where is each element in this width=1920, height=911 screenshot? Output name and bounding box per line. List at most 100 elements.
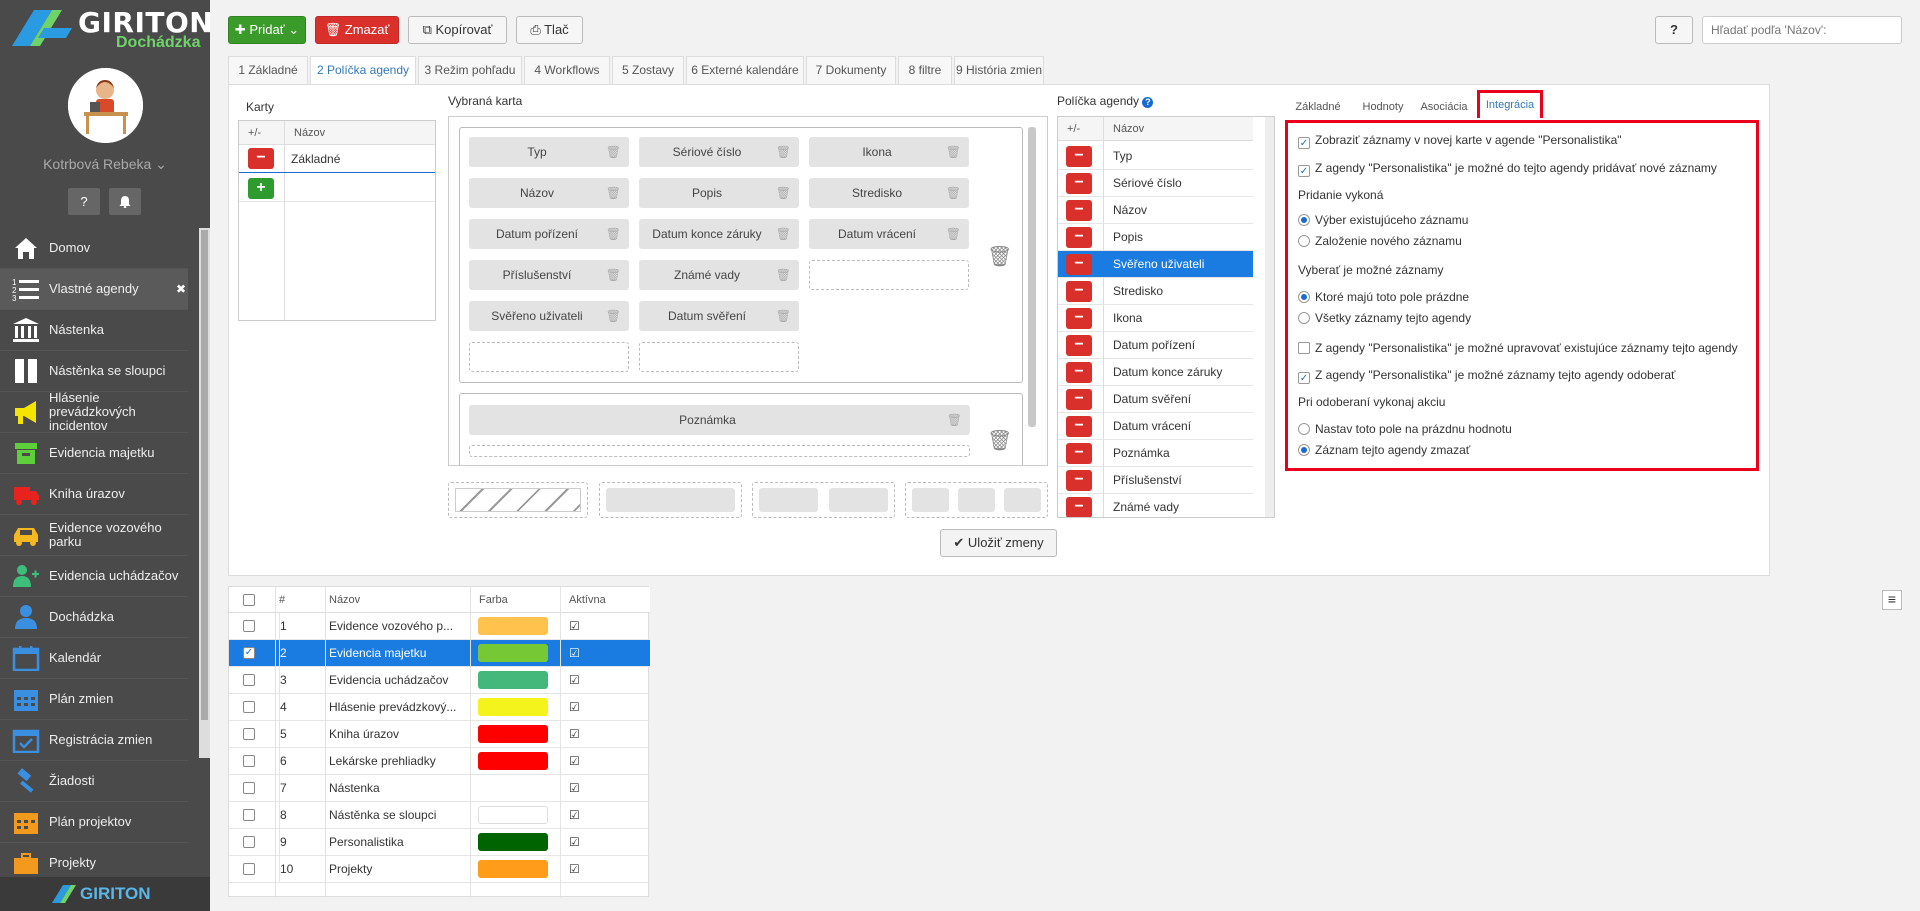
note-section-trash-icon[interactable]: 🗑: [987, 428, 1012, 453]
card-field[interactable]: Typ 🗑: [469, 137, 629, 167]
remove-field-button[interactable]: −: [1066, 173, 1092, 194]
trash-icon[interactable]: 🗑: [606, 178, 621, 208]
col-number[interactable]: #: [279, 587, 285, 613]
row-select[interactable]: ✓: [229, 640, 271, 667]
field-row[interactable]: − Sériové číslo: [1058, 170, 1253, 197]
trash-icon[interactable]: 🗑: [946, 219, 961, 249]
field-row[interactable]: − Popis: [1058, 224, 1253, 251]
avatar[interactable]: [68, 68, 143, 143]
logo[interactable]: GIRITON Dochádzka: [0, 0, 213, 62]
row-select[interactable]: [229, 748, 271, 775]
trash-icon[interactable]: 🗑: [776, 178, 791, 208]
scrollbar-thumb[interactable]: [201, 230, 208, 720]
layout-template-3col[interactable]: [905, 482, 1048, 518]
empty-note-slot[interactable]: [469, 445, 970, 457]
sidebar-item-kalend-r[interactable]: Kalendár: [0, 638, 188, 679]
radio-selected[interactable]: [1298, 214, 1310, 226]
remove-field-button[interactable]: −: [1066, 470, 1092, 491]
toolbar-help-button[interactable]: ?: [1655, 16, 1693, 44]
card-field[interactable]: Názov 🗑: [469, 178, 629, 208]
sidebar-item-hl-senie-prev-dzkov-ch-incidentov[interactable]: Hlásenie prevádzkových incidentov: [0, 391, 188, 433]
field-row[interactable]: − Příslušenství: [1058, 467, 1253, 494]
copy-button[interactable]: ⧉ Kopírovať: [408, 16, 507, 44]
layout-template-wide[interactable]: [599, 482, 742, 518]
save-changes-button[interactable]: ✔ Uložiť zmeny: [940, 529, 1057, 557]
empty-only-option[interactable]: Ktoré majú toto pole prázdne: [1298, 290, 1469, 304]
designer-scrollbar[interactable]: [1028, 127, 1036, 427]
trash-icon[interactable]: 🗑: [606, 219, 621, 249]
policka-scrollbar[interactable]: [1265, 117, 1274, 517]
radio-unselected[interactable]: [1298, 423, 1310, 435]
sidebar-item-kniha-razov[interactable]: Kniha úrazov: [0, 474, 188, 515]
tab-6[interactable]: 6 Externé kalendáre: [686, 56, 804, 84]
field-row[interactable]: − Svěřeno uživateli: [1058, 251, 1253, 278]
sidebar-item-doch-dzka[interactable]: Dochádzka: [0, 597, 188, 638]
row-checkbox[interactable]: [243, 863, 255, 875]
section-trash-icon[interactable]: 🗑: [987, 244, 1012, 269]
trash-icon[interactable]: 🗑: [946, 137, 961, 167]
field-row[interactable]: − Typ: [1058, 143, 1253, 170]
row-checkbox[interactable]: [243, 755, 255, 767]
tab-2[interactable]: 2 Políčka agendy: [310, 56, 416, 84]
sidebar-item-domov[interactable]: Domov: [0, 228, 188, 269]
col-active[interactable]: Aktívna: [569, 587, 606, 613]
row-select[interactable]: [229, 775, 271, 802]
row-checkbox[interactable]: [243, 701, 255, 713]
field-row[interactable]: − Známé vady: [1058, 494, 1253, 517]
card-field[interactable]: Datum svěření 🗑: [639, 301, 799, 331]
show-in-new-tab-option[interactable]: ✓ Zobraziť záznamy v novej karte v agende…: [1298, 133, 1622, 149]
notifications-button[interactable]: [109, 188, 141, 215]
empty-field-slot[interactable]: [809, 260, 969, 290]
field-row[interactable]: − Datum vrácení: [1058, 413, 1253, 440]
sidebar-item-evidencia-uch-dza-ov[interactable]: Evidencia uchádzačov: [0, 556, 188, 597]
card-field[interactable]: Datum pořízení 🗑: [469, 219, 629, 249]
row-select[interactable]: [229, 802, 271, 829]
radio-selected[interactable]: [1298, 291, 1310, 303]
radio-unselected[interactable]: [1298, 235, 1310, 247]
select-all-checkbox[interactable]: [243, 594, 255, 606]
remove-field-button[interactable]: −: [1066, 335, 1092, 356]
select-existing-option[interactable]: Výber existujúceho záznamu: [1298, 213, 1468, 227]
remove-field-button[interactable]: −: [1066, 389, 1092, 410]
row-checkbox[interactable]: [243, 674, 255, 686]
set-empty-option[interactable]: Nastav toto pole na prázdnu hodnotu: [1298, 422, 1512, 436]
allow-edit-option[interactable]: Z agendy "Personalistika" je možné uprav…: [1298, 341, 1738, 355]
radio-selected[interactable]: [1298, 444, 1310, 456]
settings-tab-integrácia[interactable]: Integrácia: [1477, 90, 1543, 118]
table-row[interactable]: 4 Hlásenie prevádzkový... ☑: [229, 694, 650, 721]
trash-icon[interactable]: 🗑: [606, 301, 621, 331]
delete-record-option[interactable]: Záznam tejto agendy zmazať: [1298, 443, 1470, 457]
empty-field-slot[interactable]: [469, 342, 629, 372]
settings-tab-základné[interactable]: Základné: [1288, 96, 1348, 118]
col-color[interactable]: Farba: [479, 587, 508, 613]
settings-tab-asociácia[interactable]: Asociácia: [1417, 96, 1471, 118]
col-name[interactable]: Názov: [329, 587, 360, 613]
table-row[interactable]: 7 Nástenka ☑: [229, 775, 650, 802]
table-row[interactable]: 1 Evidence vozového p... ☑: [229, 613, 650, 640]
remove-field-button[interactable]: −: [1066, 227, 1092, 248]
create-new-option[interactable]: Založenie nového záznamu: [1298, 234, 1462, 248]
row-select[interactable]: [229, 829, 271, 856]
field-row[interactable]: − Datum svěření: [1058, 386, 1253, 413]
card-field[interactable]: Příslušenství 🗑: [469, 260, 629, 290]
table-row[interactable]: 10 Projekty ☑: [229, 856, 650, 883]
sidebar-item--iadosti[interactable]: Žiadosti: [0, 761, 188, 802]
tab-9[interactable]: 9 História zmien: [954, 56, 1044, 84]
layout-template-2col[interactable]: [752, 482, 895, 518]
trash-icon[interactable]: 🗑: [606, 260, 621, 290]
card-field[interactable]: Popis 🗑: [639, 178, 799, 208]
trash-icon[interactable]: 🗑: [776, 219, 791, 249]
all-records-option[interactable]: Všetky záznamy tejto agendy: [1298, 311, 1471, 325]
tab-4[interactable]: 4 Workflows: [524, 56, 610, 84]
allow-remove-option[interactable]: ✓ Z agendy "Personalistika" je možné zázn…: [1298, 368, 1676, 384]
delete-button[interactable]: 🗑 Zmazať: [315, 16, 399, 44]
trash-icon[interactable]: 🗑: [776, 137, 791, 167]
card-field[interactable]: Datum konce záruky 🗑: [639, 219, 799, 249]
print-button[interactable]: ⎙ Tlač: [516, 16, 583, 44]
note-field[interactable]: Poznámka 🗑: [469, 405, 970, 435]
info-icon[interactable]: ?: [1142, 97, 1154, 108]
sidebar-item-registr-cia-zmien[interactable]: Registrácia zmien: [0, 720, 188, 761]
remove-field-button[interactable]: −: [1066, 281, 1092, 302]
tab-1[interactable]: 1 Základné: [228, 56, 308, 84]
card-field[interactable]: Datum vrácení 🗑: [809, 219, 969, 249]
